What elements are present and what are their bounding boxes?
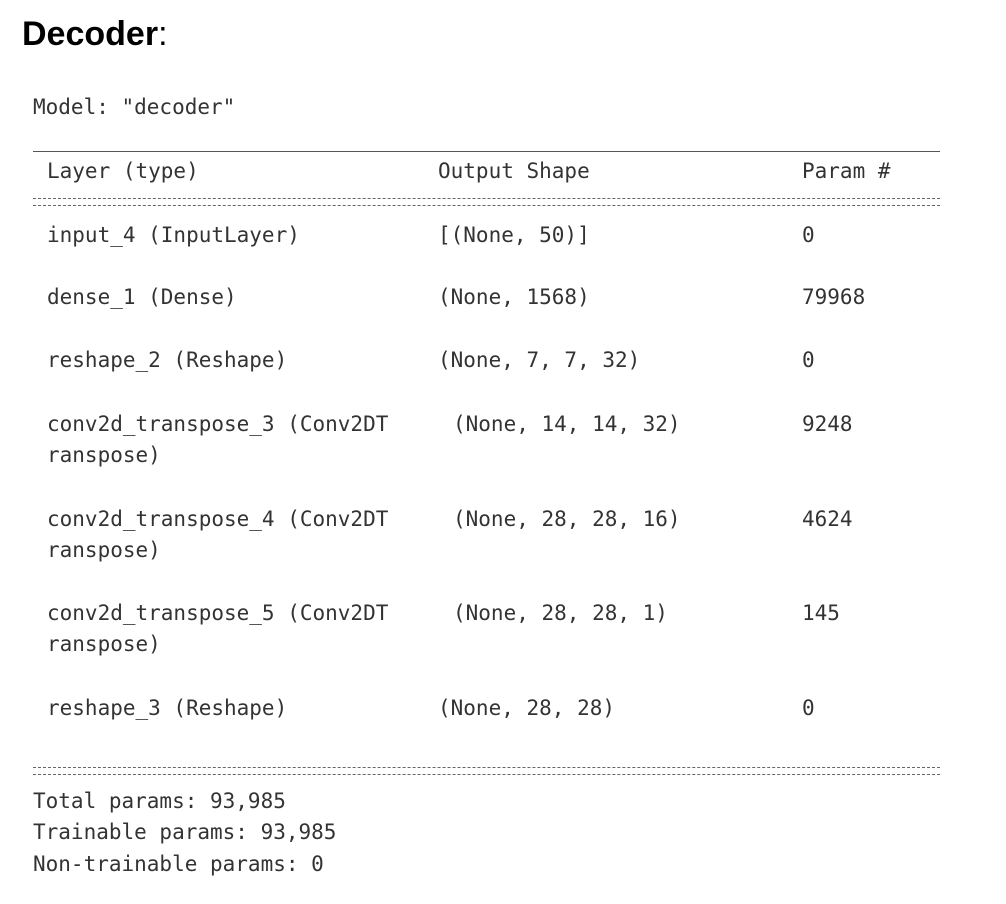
footer-double-rule [33, 767, 940, 775]
row-reshape-3-layer: reshape_3 (Reshape) [47, 696, 288, 720]
row-input-4-shape: [(None, 50)] [438, 223, 590, 247]
row-conv2d-transpose-3-layer-cont: ranspose) [47, 443, 161, 467]
row-reshape-2-params: 0 [802, 348, 815, 372]
row-conv2d-transpose-5-params: 145 [802, 601, 840, 625]
row-dense-1-layer: dense_1 (Dense) [47, 285, 237, 309]
top-rule [33, 151, 940, 152]
row-reshape-3-shape: (None, 28, 28) [438, 696, 616, 720]
row-conv2d-transpose-3-layer: conv2d_transpose_3 (Conv2DT [47, 412, 389, 436]
header-layer-type: Layer (type) [47, 159, 199, 183]
row-conv2d-transpose-4-layer: conv2d_transpose_4 (Conv2DT [47, 507, 389, 531]
model-name-line: Model: "decoder" [33, 95, 236, 119]
row-input-4-params: 0 [802, 223, 815, 247]
row-conv2d-transpose-4-layer-cont: ranspose) [47, 538, 161, 562]
row-reshape-2-layer: reshape_2 (Reshape) [47, 348, 288, 372]
row-reshape-3-params: 0 [802, 696, 815, 720]
row-reshape-2-shape: (None, 7, 7, 32) [438, 348, 641, 372]
row-dense-1-shape: (None, 1568) [438, 285, 590, 309]
model-summary-output: Model: "decoder" Layer (type) Output Sha… [0, 0, 1006, 904]
non-trainable-params: Non-trainable params: 0 [33, 852, 324, 876]
header-output-shape: Output Shape [438, 159, 590, 183]
row-conv2d-transpose-5-layer: conv2d_transpose_5 (Conv2DT [47, 601, 389, 625]
row-dense-1-params: 79968 [802, 285, 866, 309]
total-params: Total params: 93,985 [33, 789, 286, 813]
row-conv2d-transpose-4-params: 4624 [802, 507, 853, 531]
row-conv2d-transpose-3-shape: (None, 14, 14, 32) [453, 412, 681, 436]
row-conv2d-transpose-3-params: 9248 [802, 412, 853, 436]
row-conv2d-transpose-5-layer-cont: ranspose) [47, 632, 161, 656]
header-param-count: Param # [802, 159, 891, 183]
trainable-params: Trainable params: 93,985 [33, 820, 337, 844]
row-input-4-layer: input_4 (InputLayer) [47, 223, 300, 247]
header-double-rule [33, 198, 940, 206]
row-conv2d-transpose-4-shape: (None, 28, 28, 16) [453, 507, 681, 531]
row-conv2d-transpose-5-shape: (None, 28, 28, 1) [453, 601, 668, 625]
